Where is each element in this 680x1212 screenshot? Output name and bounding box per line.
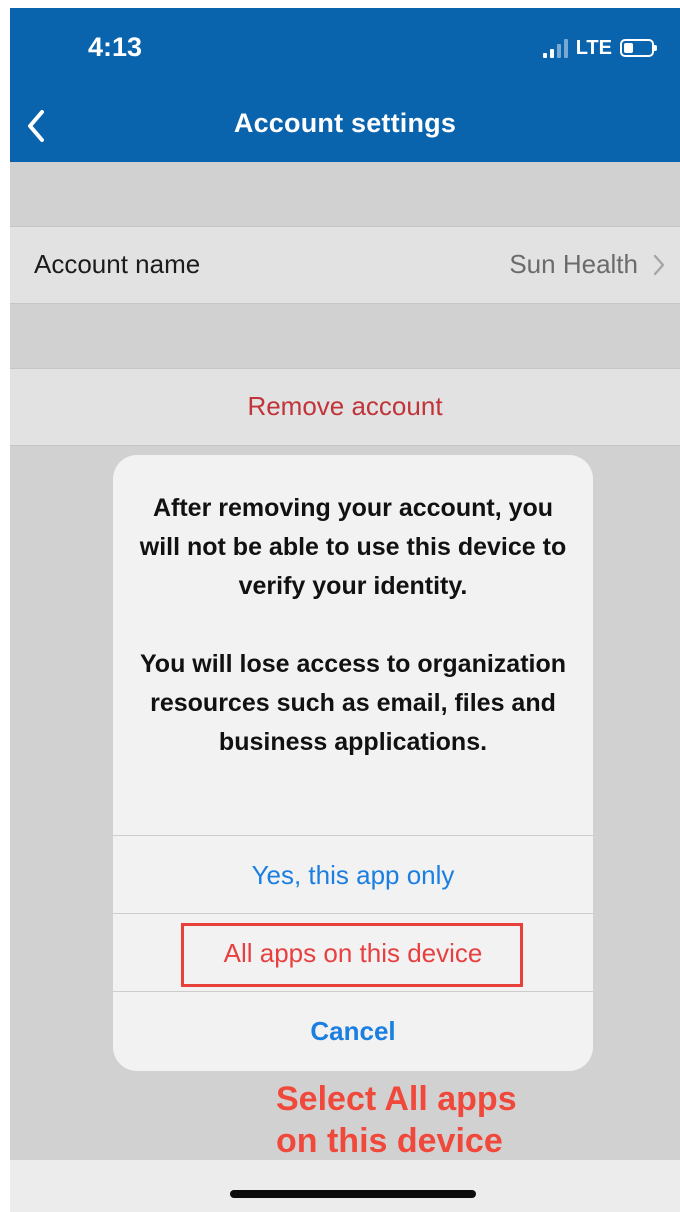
yes-this-app-only-button[interactable]: Yes, this app only — [113, 835, 593, 914]
highlight-box — [181, 923, 523, 987]
annotation-line-2: on this device — [276, 1122, 503, 1160]
annotation-line-1: Select All apps — [276, 1080, 517, 1118]
nav-header: 4:13 LTE Account settings — [10, 8, 680, 162]
bottom-bar — [10, 1160, 680, 1212]
status-time: 4:13 — [88, 32, 143, 62]
home-indicator[interactable] — [230, 1190, 476, 1198]
remove-account-button[interactable]: Remove account — [10, 391, 680, 422]
signal-icon — [542, 38, 568, 58]
alert-message-1: After removing your account, you will no… — [139, 494, 567, 600]
account-name-label: Account name — [34, 249, 201, 279]
network-label: LTE — [575, 36, 612, 59]
account-name-row[interactable]: Account name Sun Health — [10, 226, 680, 304]
page-title: Account settings — [233, 108, 457, 138]
phone-screen: 4:13 LTE Account settings Account name S… — [10, 8, 680, 1212]
status-indicators: LTE — [542, 36, 657, 60]
chevron-right-icon — [653, 254, 665, 276]
remove-account-row[interactable]: Remove account — [10, 368, 680, 446]
battery-icon — [620, 39, 657, 57]
account-name-value: Sun Health — [509, 249, 638, 279]
annotation-text: Select All apps on this device — [276, 1078, 517, 1162]
alert-message-2: You will lose access to organization res… — [139, 650, 567, 756]
cancel-button[interactable]: Cancel — [113, 991, 593, 1070]
